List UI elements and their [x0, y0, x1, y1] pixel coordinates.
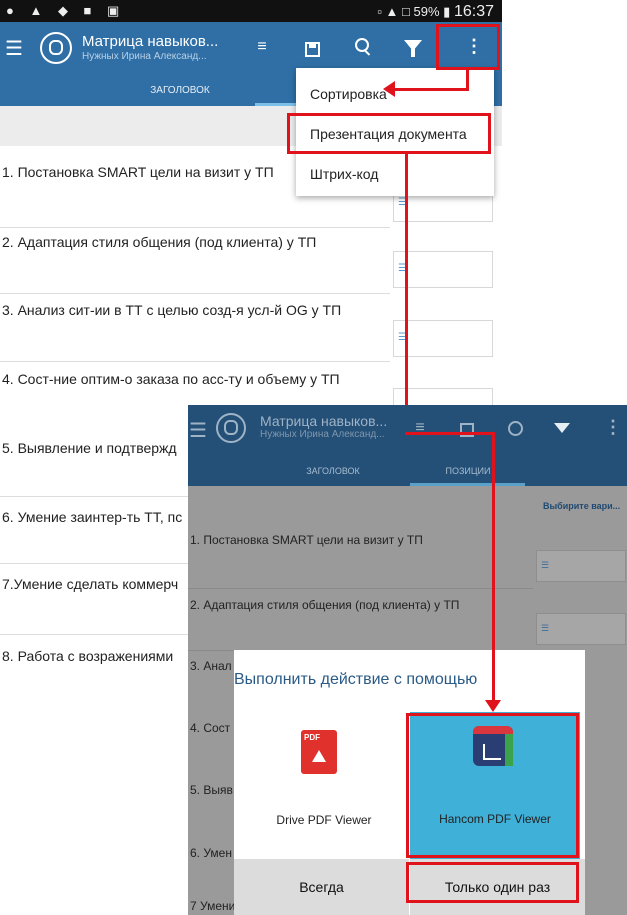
- app-logo-icon: [216, 413, 246, 443]
- page-title: Матрица навыков...: [82, 33, 219, 50]
- drive-pdf-icon: PDF: [301, 730, 337, 774]
- menu-item-sort[interactable]: Сортировка: [296, 74, 494, 114]
- dialog-title: Выполнить действие с помощью: [234, 671, 478, 688]
- status-right: ▫ ▲ □ 59% ▮ 16:37: [377, 3, 494, 21]
- tab-indicator: [410, 483, 525, 486]
- highlight-just-once: [406, 862, 579, 903]
- arrow-head-left: [383, 81, 395, 97]
- highlight-more-menu: [436, 24, 500, 70]
- page-subtitle: Нужных Ирина Александ...: [260, 429, 385, 440]
- tab-header[interactable]: ЗАГОЛОВОК: [288, 458, 378, 486]
- tab-header[interactable]: ЗАГОЛОВОК: [120, 78, 240, 106]
- arrow-line: [394, 88, 469, 91]
- search-icon[interactable]: [355, 38, 371, 56]
- menu-item-barcode[interactable]: Штрих-код: [296, 154, 494, 194]
- tab-positions[interactable]: ПОЗИЦИИ: [418, 458, 518, 486]
- value-box[interactable]: ☰: [536, 613, 626, 645]
- list-view-icon[interactable]: ≡: [250, 38, 274, 56]
- menu-icon[interactable]: ☰: [2, 36, 26, 61]
- list-icon: ☰: [541, 560, 550, 570]
- divider: [0, 293, 390, 294]
- app-label: Drive PDF Viewer: [276, 813, 372, 827]
- always-button[interactable]: Всегда: [234, 859, 409, 915]
- signal-icon: ▫ ▲ □: [377, 4, 410, 19]
- highlight-presentation: [287, 113, 491, 154]
- divider: [0, 563, 190, 564]
- app-option-drive-pdf[interactable]: PDF Drive PDF Viewer: [244, 718, 404, 858]
- divider: [0, 634, 190, 635]
- value-box[interactable]: ☰: [393, 251, 493, 288]
- status-bar: ● ▲ ◆ ■ ▣ ▫ ▲ □ 59% ▮ 16:37: [0, 0, 502, 22]
- value-box[interactable]: ☰: [393, 320, 493, 357]
- page-title: Матрица навыков...: [260, 413, 388, 429]
- arrow-line: [466, 70, 469, 90]
- battery-level: 59%: [413, 4, 440, 19]
- arrow-head-down: [485, 700, 501, 712]
- notification-icons: ● ▲ ◆ ■ ▣: [6, 3, 126, 18]
- menu-icon[interactable]: ☰: [188, 418, 208, 443]
- clock: 16:37: [453, 3, 494, 20]
- list-icon: ☰: [541, 623, 550, 633]
- arrow-line: [405, 432, 495, 435]
- divider: [0, 227, 390, 228]
- divider: [0, 496, 190, 497]
- app-logo-icon: [40, 32, 72, 64]
- title-block-2: Матрица навыков... Нужных Ирина Александ…: [260, 413, 387, 440]
- title-block: Матрица навыков... Нужных Ирина Александ…: [82, 33, 218, 62]
- tab-bar-2: ЗАГОЛОВОК ПОЗИЦИИ: [188, 458, 627, 486]
- choose-variant-hint[interactable]: Выбирите вари...: [543, 501, 620, 511]
- battery-icon: ▮: [443, 4, 451, 19]
- filter-icon[interactable]: [554, 423, 570, 433]
- page-subtitle: Нужных Ирина Александ...: [82, 51, 207, 62]
- arrow-line: [405, 154, 408, 432]
- save-icon[interactable]: [305, 42, 320, 57]
- divider: [0, 361, 390, 362]
- value-box[interactable]: ☰: [536, 550, 626, 582]
- highlight-hancom: [406, 713, 579, 858]
- search-icon[interactable]: [508, 421, 523, 436]
- divider: [188, 588, 533, 589]
- more-menu-icon[interactable]: ⋮: [604, 417, 622, 438]
- arrow-line: [492, 432, 495, 704]
